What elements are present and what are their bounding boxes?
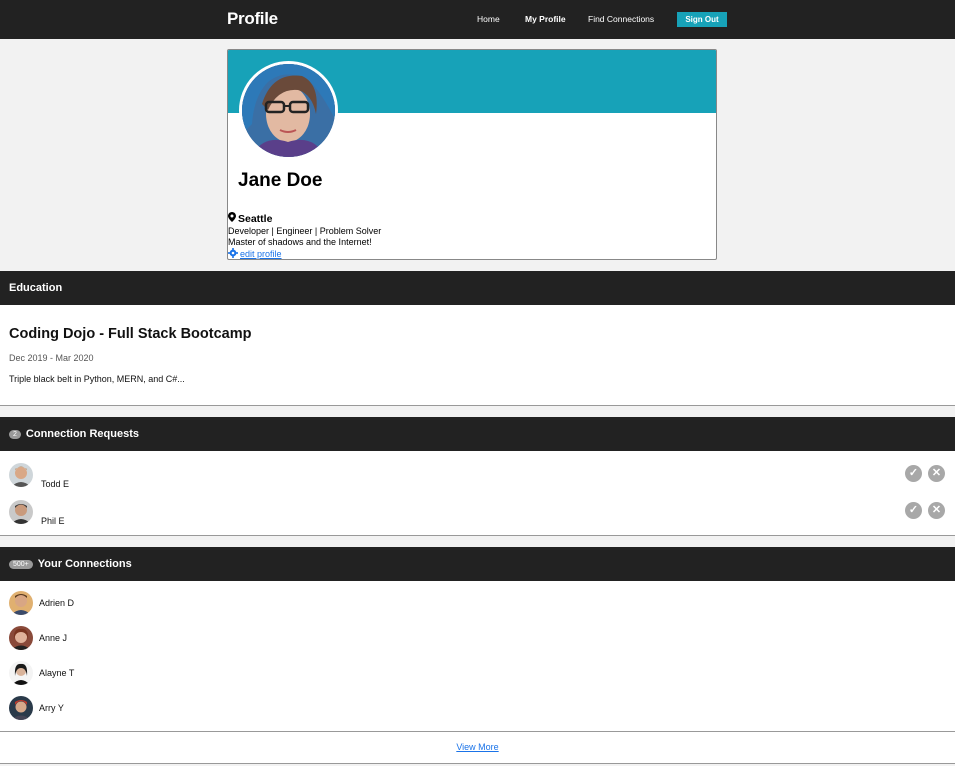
- check-icon[interactable]: ✓: [905, 502, 922, 519]
- list-item[interactable]: Anne J: [9, 626, 67, 650]
- avatar: [9, 500, 33, 524]
- education-header: Education: [0, 271, 955, 305]
- avatar: [9, 696, 33, 720]
- education-dates: Dec 2019 - Mar 2020: [9, 353, 94, 363]
- request-item[interactable]: Todd E: [9, 461, 69, 489]
- avatar: [9, 661, 33, 685]
- your-connections-title: Your Connections: [37, 558, 132, 570]
- education-panel: Coding Dojo - Full Stack Bootcamp Dec 20…: [0, 305, 955, 406]
- education-header-title: Education: [9, 282, 63, 294]
- nav-link-home[interactable]: Home: [477, 14, 500, 24]
- profile-name: Jane Doe: [238, 170, 323, 191]
- gear-icon: [228, 248, 238, 259]
- list-item[interactable]: Alayne T: [9, 661, 74, 685]
- list-item[interactable]: Arry Y: [9, 696, 64, 720]
- list-item[interactable]: Adrien D: [9, 591, 74, 615]
- connection-requests-header: 2 Connection Requests: [0, 417, 955, 451]
- request-name: Phil E: [41, 516, 65, 526]
- edit-profile-link[interactable]: edit profile: [228, 248, 282, 259]
- view-more-panel: View More: [0, 732, 955, 764]
- request-item[interactable]: Phil E: [9, 498, 65, 526]
- location-text: Seattle: [238, 212, 273, 225]
- connection-name: Arry Y: [39, 703, 64, 713]
- requests-count-badge: 2: [9, 429, 21, 439]
- page-title: Profile: [227, 9, 278, 28]
- connection-requests-title: Connection Requests: [25, 428, 139, 440]
- nav-link-my-profile[interactable]: My Profile: [525, 14, 566, 24]
- connection-name: Adrien D: [39, 598, 75, 608]
- view-more-link[interactable]: View More: [0, 742, 955, 752]
- connection-name: Anne J: [39, 633, 68, 643]
- profile-avatar: [239, 61, 338, 160]
- your-connections-panel: Adrien D Anne J Alayne T Arry Y: [0, 581, 955, 732]
- avatar: [9, 626, 33, 650]
- map-pin-icon: [228, 212, 236, 225]
- close-icon[interactable]: ✕: [928, 502, 945, 519]
- profile-bio: Master of shadows and the Internet!: [228, 237, 372, 247]
- connection-name: Alayne T: [39, 668, 75, 678]
- connections-count-badge: 500+: [9, 559, 33, 569]
- close-icon[interactable]: ✕: [928, 465, 945, 482]
- edit-profile-label: edit profile: [240, 249, 282, 259]
- check-icon[interactable]: ✓: [905, 465, 922, 482]
- top-navbar: Profile Home My Profile Find Connections…: [0, 0, 955, 39]
- education-title: Coding Dojo - Full Stack Bootcamp: [9, 326, 252, 342]
- request-name: Todd E: [41, 479, 70, 489]
- avatar: [9, 591, 33, 615]
- profile-card: Jane Doe Seattle Developer | Engineer | …: [227, 49, 717, 260]
- your-connections-header: 500+ Your Connections: [0, 547, 955, 581]
- sign-out-button[interactable]: Sign Out: [677, 12, 727, 27]
- education-description: Triple black belt in Python, MERN, and C…: [9, 374, 185, 384]
- profile-location: Seattle: [228, 212, 272, 225]
- avatar: [9, 463, 33, 487]
- profile-tagline: Developer | Engineer | Problem Solver: [228, 226, 382, 236]
- nav-link-find-connections[interactable]: Find Connections: [588, 14, 654, 24]
- connection-requests-panel: Todd E ✓ ✕ Phil E ✓ ✕: [0, 451, 955, 536]
